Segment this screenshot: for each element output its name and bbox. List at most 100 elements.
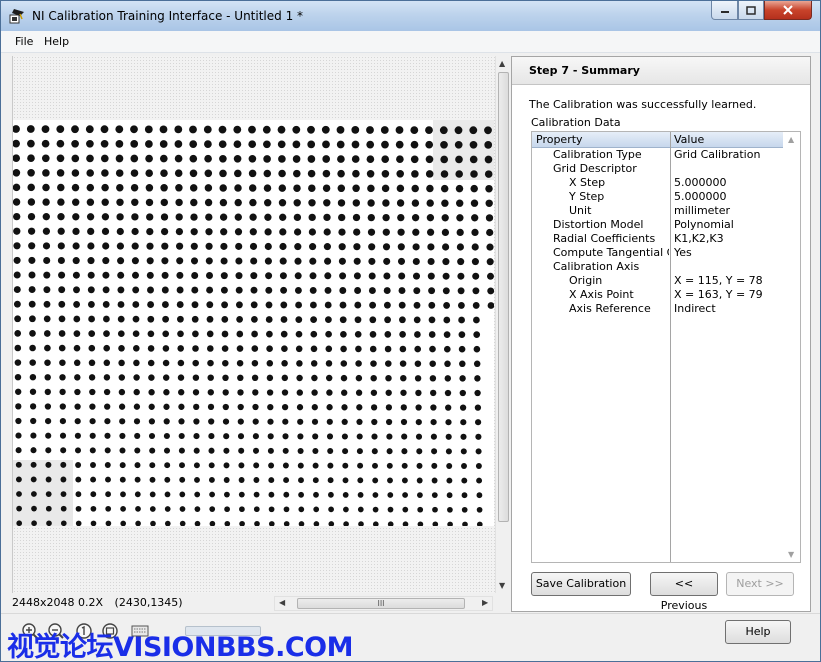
- calibration-dot: [15, 388, 22, 395]
- calibration-dot: [88, 330, 96, 337]
- calibration-dot: [412, 257, 420, 266]
- table-row[interactable]: Axis Reference Indirect: [532, 302, 783, 316]
- calibration-dot: [323, 213, 331, 222]
- hscroll-thumb[interactable]: III: [297, 598, 465, 609]
- scroll-left-icon[interactable]: ◀: [279, 598, 285, 607]
- calibration-dot: [267, 418, 274, 425]
- calibration-dot: [88, 359, 96, 367]
- calibration-dot: [411, 214, 420, 222]
- image-horizontal-scrollbar[interactable]: ◀ III ▶: [274, 596, 493, 611]
- close-button[interactable]: [764, 1, 812, 20]
- calibration-dot: [399, 360, 407, 367]
- table-row[interactable]: Distortion Model Polynomial: [532, 218, 783, 232]
- help-button[interactable]: Help: [725, 620, 791, 644]
- calibration-dot: [282, 462, 289, 469]
- title-bar[interactable]: NI Calibration Training Interface - Unti…: [1, 1, 820, 31]
- scroll-up-icon[interactable]: ▲: [499, 59, 505, 68]
- column-header-value[interactable]: Value: [674, 133, 704, 146]
- table-row[interactable]: Grid Descriptor: [532, 162, 783, 176]
- calibration-dot: [132, 315, 140, 323]
- calibration-dot: [72, 198, 80, 206]
- calibration-dot: [249, 228, 257, 236]
- calibration-dot: [176, 301, 184, 309]
- table-row[interactable]: Y Step 5.000000: [532, 190, 783, 204]
- menu-help[interactable]: Help: [44, 35, 69, 48]
- calibration-dot: [14, 330, 22, 337]
- calibration-dot: [427, 257, 435, 266]
- scroll-right-icon[interactable]: ▶: [482, 598, 488, 607]
- calibration-data-table[interactable]: Property Value Calibration Type Grid Cali…: [531, 131, 801, 563]
- table-row[interactable]: Radial Coefficients K1,K2,K3: [532, 232, 783, 246]
- calibration-dot: [292, 155, 301, 163]
- table-row[interactable]: X Step 5.000000: [532, 176, 783, 190]
- calibration-dot: [368, 272, 376, 280]
- image-vertical-scrollbar[interactable]: ▲ ▼: [495, 56, 510, 593]
- calibration-dot: [208, 433, 215, 440]
- calibration-dot: [312, 477, 319, 484]
- scroll-down-icon[interactable]: ▼: [499, 581, 505, 590]
- table-row[interactable]: Calibration Axis: [532, 260, 783, 274]
- scroll-thumb[interactable]: [498, 72, 509, 522]
- table-row[interactable]: X Axis Point X = 163, Y = 79: [532, 288, 783, 302]
- calibration-dot: [100, 154, 109, 163]
- calibration-dot: [133, 374, 140, 381]
- menu-file[interactable]: File: [15, 35, 33, 48]
- calibration-dot: [147, 359, 155, 367]
- table-row[interactable]: Calibration Type Grid Calibration: [532, 148, 783, 162]
- calibration-dot: [279, 257, 287, 265]
- calibration-dot: [369, 345, 377, 353]
- calibration-dot: [380, 126, 389, 134]
- calibration-dot: [471, 258, 479, 266]
- calibration-dot: [476, 506, 483, 513]
- calibration-dot: [103, 344, 110, 352]
- calibration-dot: [461, 492, 468, 499]
- table-scroll-up-icon[interactable]: ▲: [788, 135, 794, 144]
- calibration-dot: [130, 140, 139, 148]
- calibration-dot: [381, 140, 389, 149]
- calibration-dot: [369, 301, 377, 309]
- next-button[interactable]: Next >>: [726, 572, 794, 596]
- save-calibration-button[interactable]: Save Calibration: [531, 572, 631, 596]
- table-row[interactable]: Compute Tangential Coe Yes: [532, 246, 783, 260]
- calibration-dot: [221, 345, 229, 352]
- calibration-dot: [75, 520, 82, 526]
- calibration-dot: [251, 359, 259, 367]
- previous-button[interactable]: << Previous: [650, 572, 718, 612]
- calibration-dot: [41, 125, 50, 133]
- calibration-dot: [193, 418, 200, 425]
- calibration-dot: [31, 491, 37, 497]
- calibration-dot: [401, 477, 408, 484]
- calibration-dot: [162, 315, 169, 323]
- calibration-dot: [191, 315, 199, 323]
- calibration-dot: [248, 125, 256, 134]
- table-row[interactable]: Origin X = 115, Y = 78: [532, 274, 783, 288]
- calibration-dot: [120, 506, 126, 512]
- calibration-dot: [266, 360, 274, 367]
- calibration-dot: [471, 243, 479, 251]
- calibration-dot: [416, 477, 423, 484]
- calibration-dot: [351, 126, 360, 134]
- calibration-dot: [102, 242, 110, 250]
- calibration-dot: [26, 125, 35, 133]
- image-viewer[interactable]: [12, 56, 495, 593]
- calibration-dot: [400, 389, 407, 396]
- calibration-dot: [387, 492, 394, 498]
- calibration-dot: [164, 491, 171, 498]
- calibration-dot: [366, 140, 375, 149]
- calibration-dot: [56, 169, 65, 177]
- table-scroll-down-icon[interactable]: ▼: [788, 550, 794, 559]
- table-vertical-scrollbar[interactable]: ▲ ▼: [783, 132, 800, 562]
- calibration-dot: [207, 389, 214, 396]
- calibration-dot: [16, 491, 22, 497]
- calibration-dot: [340, 374, 348, 382]
- calibration-dot: [27, 212, 36, 221]
- value-cell: X = 115, Y = 78: [674, 274, 763, 287]
- calibration-dot: [401, 462, 408, 469]
- table-row[interactable]: Unit millimeter: [532, 204, 783, 218]
- maximize-button[interactable]: [738, 1, 764, 20]
- calibration-dot: [208, 418, 215, 425]
- calibration-dot: [13, 271, 21, 279]
- column-header-property[interactable]: Property: [536, 133, 583, 146]
- calibration-dot: [100, 139, 109, 148]
- minimize-button[interactable]: [711, 1, 738, 20]
